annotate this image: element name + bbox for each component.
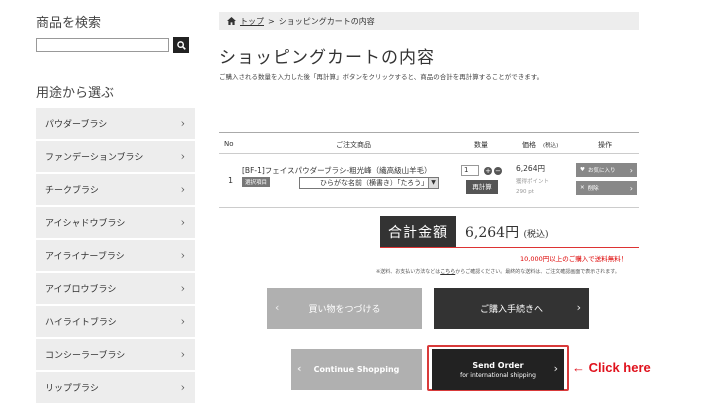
chevron-right-icon: › [180,348,185,361]
table-row: 1 [BF-1]フェイスパウダーブラシ-粗光峰（繊高級山羊毛） 選択項目 ひらが… [219,155,639,208]
total-amount: 6,264円 (税込) [465,222,549,242]
continue-shopping-en-button[interactable]: ‹ Continue Shopping [291,349,422,390]
chevron-right-icon: › [180,381,185,394]
checkout-button[interactable]: ご購入手続きへ › [434,288,589,329]
option-select-value: ひらがな名前（横書き）「たろう」 [320,179,429,187]
category-heading: 用途から選ぶ [36,86,115,101]
continue-shopping-en-label: Continue Shopping [313,365,400,374]
notes-post: からご確認ください。最終的な送料は、ご注文確認画面で表示されます。 [455,269,620,275]
sidebar-item-foundation-brush[interactable]: ファンデーションブラシ › [36,141,195,174]
sidebar-item-label: アイシャドウブラシ [45,219,126,229]
col-item: ご注文商品 [336,141,371,149]
cart-table-header: No ご注文商品 数量 価格 (税込) 操作 [219,132,639,154]
sidebar-item-label: リップブラシ [45,384,99,394]
recalculate-button[interactable]: 再計算 [466,180,498,194]
sidebar-item-cheek-brush[interactable]: チークブラシ › [36,174,195,207]
chevron-right-icon: › [180,216,185,229]
chevron-right-icon: › [553,362,558,375]
breadcrumb: トップ > ショッピングカートの内容 [219,12,639,30]
sidebar-item-label: ファンデーションブラシ [45,153,144,163]
favorite-button[interactable]: ♥ お気に入り › [576,163,637,177]
send-order-sublabel: for international shipping [460,371,536,379]
chevron-right-icon: › [180,150,185,163]
chevron-right-icon: › [180,249,185,262]
breadcrumb-separator: > [268,16,275,26]
minus-button[interactable]: − [494,167,502,175]
send-order-button[interactable]: Send Order for international shipping › [432,349,564,390]
free-shipping-notice: 10,000円以上のご購入で送料無料！ [520,255,628,263]
sidebar-item-concealer-brush[interactable]: コンシーラーブラシ › [36,339,195,372]
sidebar-item-label: パウダーブラシ [45,120,108,130]
page-description: ご購入される数量を入力した後「再計算」ボタンをクリックすると、商品の合計を再計算… [219,73,544,81]
points-value: 290 pt [516,189,534,195]
delete-label: 削除 [587,186,599,192]
checkout-label: ご購入手続きへ [479,305,543,315]
notes-pre: ※送料、お支払い方法などは [376,269,441,275]
chevron-left-icon: ‹ [297,362,302,375]
chevron-left-icon: ‹ [275,301,280,314]
total-label: 合計金額 [380,216,456,247]
col-qty: 数量 [474,141,488,149]
col-ops: 操作 [598,141,612,149]
points-label: 獲得ポイント [516,179,550,185]
sidebar-item-lip-brush[interactable]: リップブラシ › [36,372,195,405]
search-icon [176,40,186,50]
chevron-right-icon: › [576,301,581,314]
continue-shopping-label: 買い物をつづける [308,305,381,315]
points-info: 獲得ポイント 290 pt [516,177,549,197]
option-select[interactable]: ひらがな名前（横書き）「たろう」 ▼ [299,177,439,189]
shipping-notes: ※送料、お支払い方法などはこちらからご確認ください。最終的な送料は、ご注文確認画… [376,268,620,275]
close-icon: ✕ [580,185,585,191]
chevron-right-icon: › [180,315,185,328]
heart-icon: ♥ [580,167,585,173]
col-price: 価格 [522,141,536,149]
sidebar-item-label: チークブラシ [45,186,99,196]
chevron-right-icon: › [180,117,185,130]
caret-down-icon: ▼ [428,178,438,188]
search-heading: 商品を検索 [36,16,102,31]
option-tag: 選択項目 [242,177,271,187]
shipping-info-link[interactable]: こちら [440,269,455,275]
home-icon [227,17,236,25]
chevron-right-icon: › [629,183,633,193]
chevron-right-icon: › [180,183,185,196]
quantity-input[interactable]: 1 [461,165,479,176]
breadcrumb-home-link[interactable]: トップ [240,16,264,27]
sidebar-item-powder-brush[interactable]: パウダーブラシ › [36,108,195,141]
item-price: 6,264円 [516,164,545,173]
category-list: パウダーブラシ › ファンデーションブラシ › チークブラシ › アイシャドウブラシ ›… [36,108,195,405]
col-price-note: (税込) [543,143,559,149]
sidebar-item-label: コンシーラーブラシ [45,351,126,361]
sidebar-item-highlight-brush[interactable]: ハイライトブラシ › [36,306,195,339]
sidebar-item-label: ハイライトブラシ [45,318,117,328]
total-tax-note: (税込) [523,230,549,240]
product-name: [BF-1]フェイスパウダーブラシ-粗光峰（繊高級山羊毛） [242,166,432,175]
sidebar-item-label: アイブロウブラシ [45,285,117,295]
search-input[interactable] [36,38,169,52]
favorite-label: お気に入り [587,168,616,174]
col-no: No [224,140,234,148]
search-button[interactable] [173,37,189,53]
chevron-right-icon: › [180,282,185,295]
click-here-annotation: ← Click here [572,360,651,375]
breadcrumb-current: ショッピングカートの内容 [278,16,375,26]
total-value: 6,264円 [465,225,520,241]
sidebar-item-eyeliner-brush[interactable]: アイライナーブラシ › [36,240,195,273]
sidebar-item-eyebrow-brush[interactable]: アイブロウブラシ › [36,273,195,306]
sidebar-item-eyeshadow-brush[interactable]: アイシャドウブラシ › [36,207,195,240]
row-number: 1 [228,176,234,185]
page-title: ショッピングカートの内容 [219,48,435,68]
plus-button[interactable]: + [484,167,492,175]
divider [380,247,639,248]
chevron-right-icon: › [629,165,633,175]
delete-button[interactable]: ✕ 削除 › [576,181,637,195]
send-order-label: Send Order [472,360,524,370]
sidebar-item-label: アイライナーブラシ [45,252,125,262]
continue-shopping-button[interactable]: ‹ 買い物をつづける [267,288,422,329]
